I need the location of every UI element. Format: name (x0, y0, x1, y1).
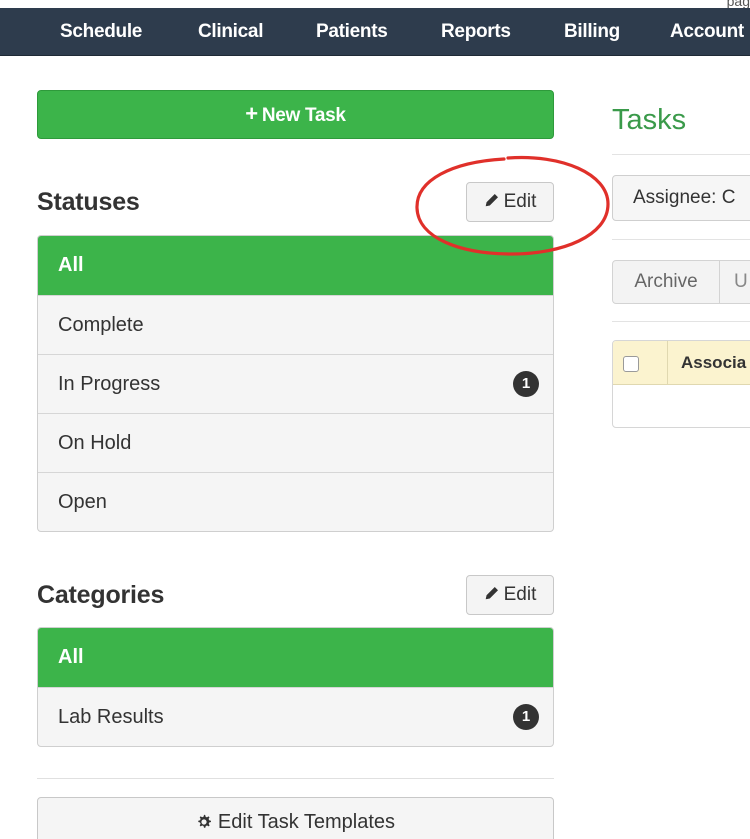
edit-statuses-label: Edit (503, 191, 537, 212)
select-all-checkbox[interactable] (623, 356, 639, 372)
edit-statuses-button[interactable]: Edit (466, 182, 554, 222)
column-header-associated[interactable]: Associa (681, 341, 746, 385)
gear-icon (198, 814, 211, 828)
status-item-label: In Progress (58, 373, 161, 395)
status-item-label: Complete (58, 314, 144, 336)
count-badge: 1 (513, 371, 539, 397)
status-item-label: All (58, 254, 84, 276)
top-navbar: Schedule Clinical Patients Reports Billi… (0, 8, 750, 56)
status-item-on-hold[interactable]: On Hold (38, 413, 553, 472)
nav-item-clinical[interactable]: Clinical (198, 8, 263, 56)
status-item-complete[interactable]: Complete (38, 295, 553, 354)
edit-categories-label: Edit (503, 584, 537, 605)
archive-button[interactable]: Archive (612, 260, 720, 304)
status-item-all[interactable]: All (38, 236, 553, 295)
table-header-row: Associa (613, 341, 750, 385)
statuses-list: All Complete In Progress 1 On Hold Open (37, 235, 554, 532)
count-badge: 1 (513, 704, 539, 730)
status-item-open[interactable]: Open (38, 472, 553, 531)
content-divider (612, 321, 750, 322)
status-item-in-progress[interactable]: In Progress 1 (38, 354, 553, 413)
content-divider (612, 154, 750, 155)
statuses-title: Statuses (37, 188, 140, 216)
pencil-icon (485, 587, 498, 600)
plus-icon: + (245, 101, 258, 126)
new-task-label: New Task (261, 105, 346, 126)
category-item-label: All (58, 646, 84, 668)
nav-item-billing[interactable]: Billing (564, 8, 620, 56)
sidebar-divider (37, 778, 554, 779)
categories-title: Categories (37, 581, 165, 609)
status-item-label: On Hold (58, 432, 132, 454)
new-task-button[interactable]: + New Task (37, 90, 554, 139)
nav-item-account[interactable]: Account (670, 8, 744, 56)
category-item-label: Lab Results (58, 706, 164, 728)
edit-categories-button[interactable]: Edit (466, 575, 554, 615)
column-separator (667, 341, 668, 385)
page-title: Tasks (612, 104, 687, 136)
assignee-filter-button[interactable]: Assignee: C (612, 175, 750, 221)
secondary-action-button[interactable]: U (719, 260, 750, 304)
tasks-table: Associa (612, 340, 750, 428)
categories-list: All Lab Results 1 (37, 627, 554, 747)
content-divider (612, 239, 750, 240)
category-item-lab-results[interactable]: Lab Results 1 (38, 687, 553, 746)
edit-task-templates-button[interactable]: Edit Task Templates (37, 797, 554, 839)
pencil-icon (485, 194, 498, 207)
edit-task-templates-label: Edit Task Templates (217, 811, 396, 833)
status-item-label: Open (58, 491, 107, 513)
nav-item-schedule[interactable]: Schedule (60, 8, 142, 56)
top-strip: pag (0, 0, 750, 9)
category-item-all[interactable]: All (38, 628, 553, 687)
nav-item-reports[interactable]: Reports (441, 8, 511, 56)
nav-item-patients[interactable]: Patients (316, 8, 388, 56)
